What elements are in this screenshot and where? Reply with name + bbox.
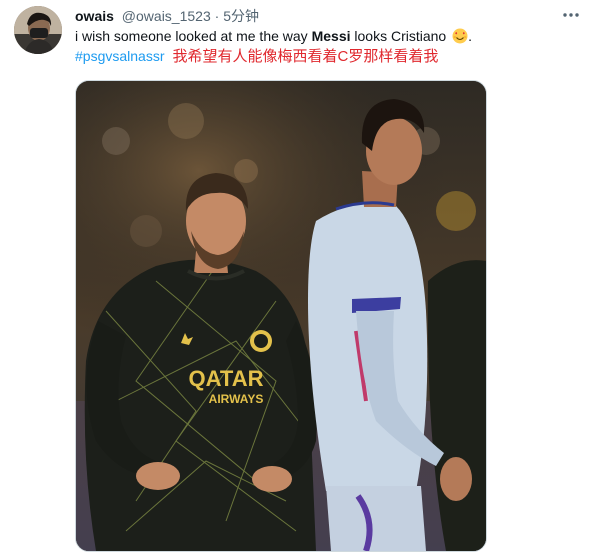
tweet-text-start: i wish someone looked at me the way [75,28,312,44]
jersey-sponsor-line2: AIRWAYS [209,392,264,406]
tweet-text-line: i wish someone looked at me the way Mess… [75,27,575,47]
tweet-text-messi: Messi [311,28,351,44]
tweet-photo[interactable]: QATAR AIRWAYS [75,80,487,552]
chinese-caption: 我希望有人能像梅西看着C罗那样看着我 [172,48,439,65]
tweet[interactable]: owais @owais_1523 · 5分钟 i wish someone l… [0,0,592,552]
hashtag-link[interactable]: #psgvsalnassr [75,48,165,64]
avatar-image [14,6,62,54]
separator-dot: · [214,8,220,24]
more-icon[interactable] [560,6,582,24]
timestamp[interactable]: 5分钟 [223,8,259,24]
tweet-text: i wish someone looked at me the way Mess… [75,27,575,69]
photo-messi-ronaldo: QATAR AIRWAYS [76,81,486,551]
tweet-text-end: . [468,28,472,44]
avatar[interactable] [14,6,62,54]
display-name[interactable]: owais [75,8,114,24]
tweet-text-line-2: #psgvsalnassr 我希望有人能像梅西看着C罗那样看着我 [75,47,575,69]
tweet-text-middle: looks Cristiano [350,28,451,44]
tweet-header: owais @owais_1523 · 5分钟 [75,6,259,26]
jersey-sponsor-line1: QATAR [189,366,264,391]
smiling-face-with-heart-eyes-icon [452,28,468,44]
user-handle[interactable]: @owais_1523 [122,8,211,24]
